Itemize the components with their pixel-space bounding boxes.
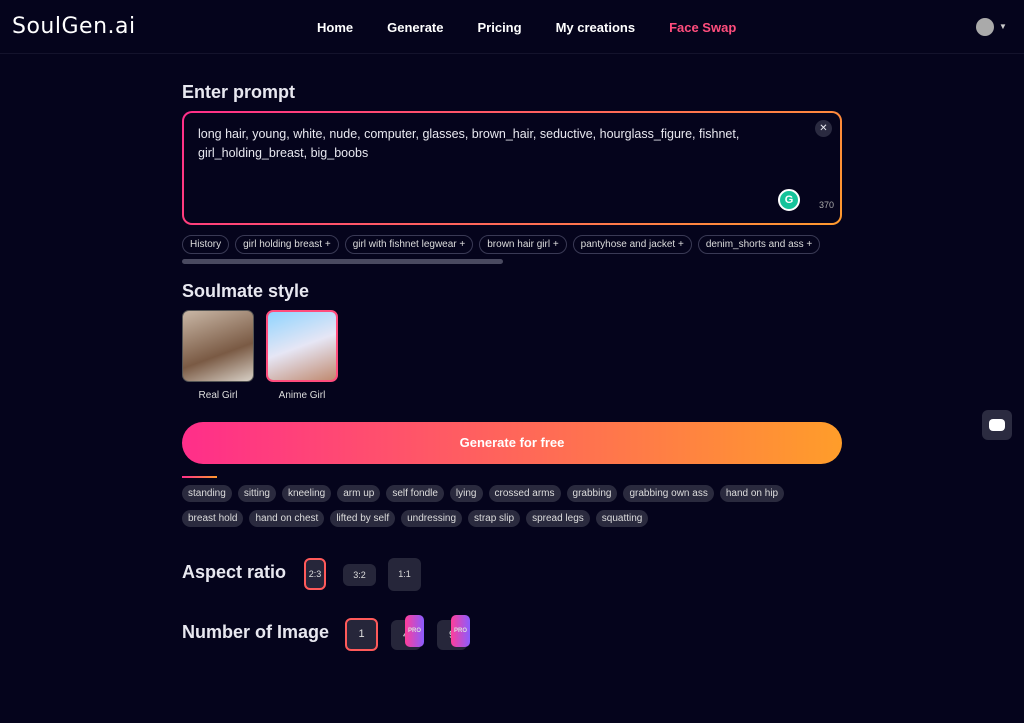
pose-chip[interactable]: squatting [595,510,649,527]
nav-generate[interactable]: Generate [387,20,443,35]
pose-chip[interactable]: undressing [401,510,463,527]
history-chip[interactable]: girl with fishnet legwear + [344,235,474,254]
pose-chip[interactable]: hand on chest [249,510,325,527]
pose-chip[interactable]: crossed arms [488,485,561,502]
nav-face-swap[interactable]: Face Swap [669,20,736,35]
pose-chip[interactable]: arm up [337,485,381,502]
divider [182,476,217,478]
pose-chip[interactable]: lifted by self [330,510,396,527]
style-real-girl[interactable]: Real Girl [182,310,254,401]
prompt-input[interactable]: long hair, young, white, nude, computer,… [198,125,800,163]
caret-down-icon[interactable]: ▼ [999,22,1007,31]
logo[interactable]: SoulGen.ai [12,14,136,39]
pose-chip[interactable]: grabbing [566,485,618,502]
history-button[interactable]: History [182,235,230,254]
pose-chip[interactable]: sitting [237,485,276,502]
history-scrollbar[interactable] [182,259,503,264]
history-chip[interactable]: denim_shorts and ass + [697,235,821,254]
pose-chip[interactable]: kneeling [281,485,332,502]
aspect-3-2[interactable]: 3:2 [343,564,376,586]
pose-chips: standing sitting kneeling arm up self fondle… [182,485,842,527]
history-chips: History girl holding breast + girl with … [182,235,842,254]
aspect-title: Aspect ratio [182,562,287,582]
style-anime-girl[interactable]: Anime Girl [266,310,338,401]
pro-badge: PRO [450,615,470,647]
pose-chip[interactable]: strap slip [468,510,521,527]
anime-girl-image [266,310,338,382]
style-label: Real Girl [198,390,238,401]
nav-my-creations[interactable]: My creations [556,20,635,35]
number-1[interactable]: 1 [345,618,378,651]
history-chip[interactable]: girl holding breast + [235,235,339,254]
pro-badge: PRO [404,615,424,647]
clear-icon[interactable]: ✕ [815,120,832,137]
history-chip[interactable]: brown hair girl + [479,235,567,254]
real-girl-image [182,310,254,382]
aspect-2-3[interactable]: 2:3 [304,558,326,590]
nav-pricing[interactable]: Pricing [478,20,522,35]
avatar[interactable] [976,18,994,36]
top-nav: SoulGen.ai Home Generate Pricing My crea… [0,0,1024,54]
pose-chip[interactable]: hand on hip [719,485,785,502]
aspect-1-1[interactable]: 1:1 [388,558,421,591]
history-chip[interactable]: pantyhose and jacket + [572,235,692,254]
pose-chip[interactable]: standing [182,485,232,502]
style-title: Soulmate style [182,281,310,301]
number-title: Number of Image [182,622,330,642]
grammarly-icon[interactable]: G [778,189,800,211]
number-4[interactable]: 4PRO [391,615,424,650]
nav-home[interactable]: Home [317,20,353,35]
pose-chip[interactable]: lying [449,485,483,502]
pose-chip[interactable]: self fondle [386,485,444,502]
char-count: 370 [818,200,834,210]
prompt-title: Enter prompt [182,82,296,102]
prompt-box: long hair, young, white, nude, computer,… [182,111,842,225]
style-label: Anime Girl [278,390,326,401]
generate-button[interactable]: Generate for free [182,422,842,464]
pose-chip[interactable]: breast hold [182,510,244,527]
pose-chip[interactable]: spread legs [526,510,590,527]
number-9[interactable]: 9PRO [437,615,470,650]
chat-icon[interactable] [982,410,1012,440]
pose-chip[interactable]: grabbing own ass [623,485,714,502]
